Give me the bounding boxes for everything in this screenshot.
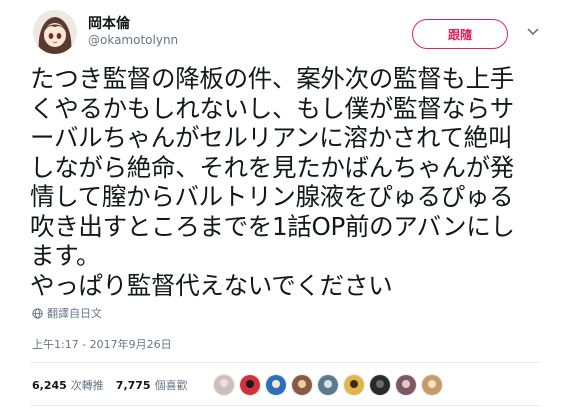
- divider: [30, 405, 540, 406]
- author-display-name[interactable]: 岡本倫: [88, 13, 130, 33]
- tweet-text: たつき監督の降板の件、案外次の監督も上手 くやるかもしれないし、もし僕が監督なら…: [30, 64, 562, 300]
- liker-avatar[interactable]: [343, 374, 365, 396]
- translate-link[interactable]: 翻譯自日文: [32, 305, 102, 321]
- tweet-text-line: くやるかもしれないし、もし僕が監督ならサ: [30, 93, 514, 123]
- liker-avatar[interactable]: [265, 374, 287, 396]
- chevron-down-icon[interactable]: [527, 28, 539, 36]
- avatar-illustration: [33, 10, 77, 54]
- globe-icon: [32, 307, 43, 319]
- liker-avatar[interactable]: [369, 374, 391, 396]
- tweet-text-line: ーバルちゃんがセルリアンに溶かされて絶叫: [30, 123, 513, 152]
- retweet-count[interactable]: 6,245: [32, 379, 67, 392]
- liker-avatar[interactable]: [421, 374, 443, 396]
- tweet-stats: 6,245 次轉推 7,775 個喜歡: [32, 377, 188, 393]
- tweet-text-line: たつき監督の降板の件、案外次の監督も上手: [30, 64, 514, 93]
- follow-button[interactable]: 跟隨: [412, 19, 508, 49]
- liker-avatar[interactable]: [239, 374, 261, 396]
- tweet-timestamp[interactable]: 上午1:17 - 2017年9月26日: [32, 336, 172, 352]
- tweet-text-line: 情して膣からバルトリン腺液をぴゅるぴゅる: [30, 182, 514, 211]
- tweet-text-line: 吹き出すところまでを1話OP前のアバンにし: [30, 211, 515, 241]
- avatar[interactable]: [33, 10, 77, 54]
- translate-label[interactable]: 翻譯自日文: [47, 305, 102, 321]
- tweet-text-line: ます。: [30, 241, 101, 270]
- author-handle[interactable]: @okamotolynn: [88, 33, 178, 47]
- liker-avatars: [213, 374, 447, 396]
- like-label[interactable]: 個喜歡: [155, 377, 188, 393]
- like-count[interactable]: 7,775: [116, 379, 151, 392]
- liker-avatar[interactable]: [395, 374, 417, 396]
- tweet-text-line: やっぱり監督代えないでください: [30, 270, 393, 300]
- liker-avatar[interactable]: [291, 374, 313, 396]
- retweet-label[interactable]: 次轉推: [71, 377, 104, 393]
- liker-avatar[interactable]: [317, 374, 339, 396]
- tweet-text-line: しながら絶命、それを見たかばんちゃんが発: [30, 152, 514, 182]
- divider: [30, 362, 540, 363]
- liker-avatar[interactable]: [213, 374, 235, 396]
